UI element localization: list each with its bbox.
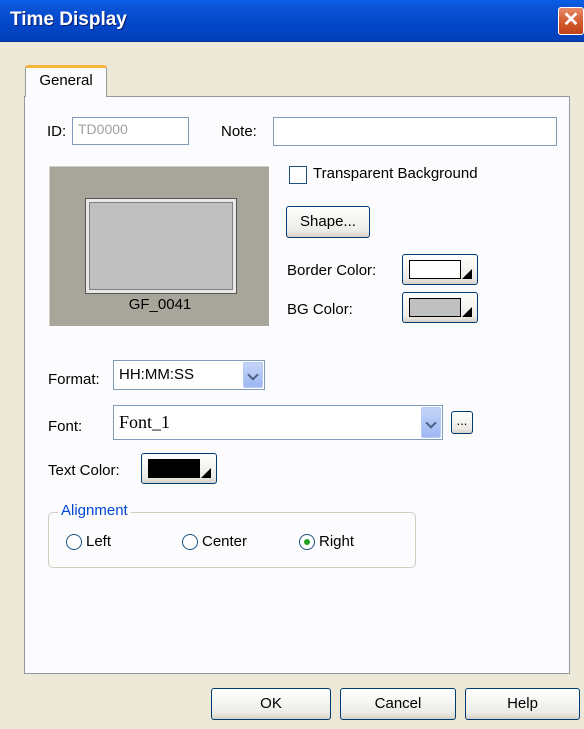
dropdown-triangle-icon [201,468,211,478]
cancel-button[interactable]: Cancel [340,688,456,720]
radio-right[interactable] [299,534,315,550]
tab-general[interactable]: General [25,65,107,97]
font-browse-button[interactable]: ... [451,411,473,434]
bg-color-label: BG Color: [287,301,353,318]
ok-button[interactable]: OK [211,688,331,720]
font-value: Font_1 [119,412,171,432]
border-color-swatch [409,260,461,279]
id-label: ID: [47,123,67,140]
title-bar: Time Display ✕ [0,0,584,42]
id-field[interactable]: TD0000 [72,117,189,145]
bg-color-swatch [409,298,461,317]
text-color-label: Text Color: [48,462,120,479]
preview-caption: GF_0041 [128,296,192,313]
format-value: HH:MM:SS [119,366,194,383]
font-label: Font: [48,418,83,435]
window-title: Time Display [10,9,127,30]
format-select[interactable]: HH:MM:SS [113,360,265,390]
close-icon: ✕ [562,9,580,31]
border-color-label: Border Color: [287,262,377,279]
note-field[interactable] [273,117,557,146]
transparent-background-label: Transparent Background [313,165,478,182]
text-color-swatch [148,459,200,478]
alignment-title: Alignment [58,502,131,519]
radio-left-label: Left [86,533,112,550]
dropdown-triangle-icon [462,269,472,279]
shape-button[interactable]: Shape... [286,206,370,238]
format-label: Format: [48,371,100,388]
dropdown-triangle-icon [462,307,472,317]
help-button[interactable]: Help [465,688,580,720]
radio-right-label: Right [319,533,355,550]
text-color-button[interactable] [141,453,217,484]
chevron-down-icon[interactable] [421,407,441,438]
bg-color-button[interactable] [402,292,478,323]
close-button[interactable]: ✕ [558,7,584,35]
radio-left[interactable] [66,534,82,550]
border-color-button[interactable] [402,254,478,285]
font-select[interactable]: Font_1 [113,405,443,440]
note-label: Note: [221,123,257,140]
chevron-down-icon[interactable] [243,362,263,388]
radio-selected-dot [304,539,310,545]
radio-center[interactable] [182,534,198,550]
radio-center-label: Center [202,533,248,550]
preview-shape [86,199,236,293]
shape-preview: GF_0041 [48,165,270,327]
transparent-background-checkbox[interactable] [289,166,307,184]
